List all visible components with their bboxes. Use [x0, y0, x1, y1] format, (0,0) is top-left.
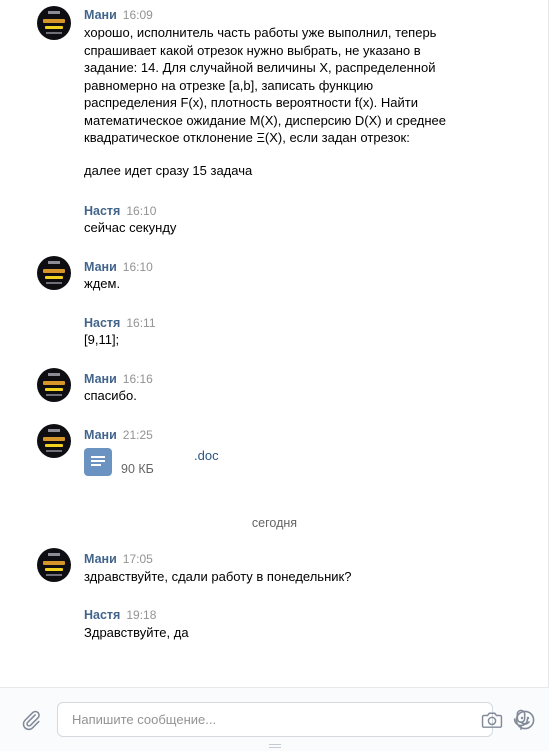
message-input-placeholder: Напишите сообщение... [72, 712, 217, 727]
date-divider: сегодня [251, 516, 298, 530]
message-text: [9,11]; [84, 332, 120, 347]
attachment-name-link[interactable]: .doc [194, 448, 219, 463]
message-text: Здравствуйте, да [84, 625, 189, 640]
message-line: распределения F(x), плотность вероятност… [84, 95, 418, 110]
message-text: здравствуйте, сдали работу в понедельник… [84, 569, 352, 584]
message-history[interactable]: Мани 16:09 хорошо, исполнитель часть рабо… [0, 0, 549, 687]
message-time[interactable]: 16:11 [126, 316, 155, 330]
message-time[interactable]: 21:25 [123, 428, 153, 442]
message-time[interactable]: 16:10 [123, 260, 153, 274]
message-time[interactable]: 17:05 [123, 552, 153, 566]
message-header: Мани 16:16 [84, 371, 153, 387]
message-time[interactable]: 16:09 [123, 8, 153, 22]
avatar[interactable] [37, 424, 71, 458]
message-header: Мани 16:10 [84, 259, 153, 275]
sender-name[interactable]: Мани [84, 8, 117, 22]
avatar[interactable] [37, 368, 71, 402]
message-line: равномерно на отрезке [a,b], записать фу… [84, 77, 374, 93]
message-line: хорошо, исполнитель часть работы уже вып… [84, 25, 437, 40]
sender-name[interactable]: Мани [84, 552, 117, 566]
message-line: математическое ожидание M(X), дисперсию … [84, 112, 447, 128]
microphone-icon[interactable] [512, 709, 530, 731]
attachment-size: 90 КБ [121, 462, 154, 476]
sender-name[interactable]: Мани [84, 428, 117, 442]
message-line: спрашивает какой отрезок нужно выбрать, … [84, 42, 421, 58]
sender-name[interactable]: Настя [84, 316, 120, 330]
sender-name[interactable]: Настя [84, 204, 120, 218]
avatar[interactable] [37, 6, 71, 40]
message-time[interactable]: 19:18 [126, 608, 156, 622]
message-text: ждем. [84, 276, 121, 291]
sender-name[interactable]: Мани [84, 260, 117, 274]
message-header: Настя 16:10 [84, 203, 156, 219]
message-text: хорошо, исполнитель часть работы уже вып… [84, 24, 479, 147]
message-text: далее идет сразу 15 задача [84, 163, 253, 178]
sender-name[interactable]: Мани [84, 372, 117, 386]
message-header: Мани 21:25 [84, 427, 153, 443]
message-input[interactable]: Напишите сообщение... [57, 702, 535, 737]
message-header: Настя 16:11 [84, 315, 156, 331]
avatar[interactable] [37, 256, 71, 290]
message-composer: Напишите сообщение... [0, 687, 549, 751]
sender-name[interactable]: Настя [84, 608, 120, 622]
message-header: Мани 17:05 [84, 551, 153, 567]
message-line: задание: 14. Для случайной величины X, р… [84, 60, 436, 75]
document-icon[interactable] [84, 448, 112, 476]
avatar[interactable] [37, 548, 71, 582]
message-text: сейчас секунду [84, 220, 177, 235]
camera-icon[interactable] [481, 711, 503, 729]
message-text: спасибо. [84, 388, 137, 403]
message-time[interactable]: 16:16 [123, 372, 153, 386]
message-header: Настя 19:18 [84, 607, 156, 623]
paperclip-icon[interactable] [20, 709, 42, 731]
resize-handle-icon[interactable] [269, 744, 281, 749]
message-time[interactable]: 16:10 [126, 204, 156, 218]
message-line: квадратическое отклонение Ξ(X), если зад… [84, 130, 410, 145]
message-header: Мани 16:09 [84, 7, 153, 23]
